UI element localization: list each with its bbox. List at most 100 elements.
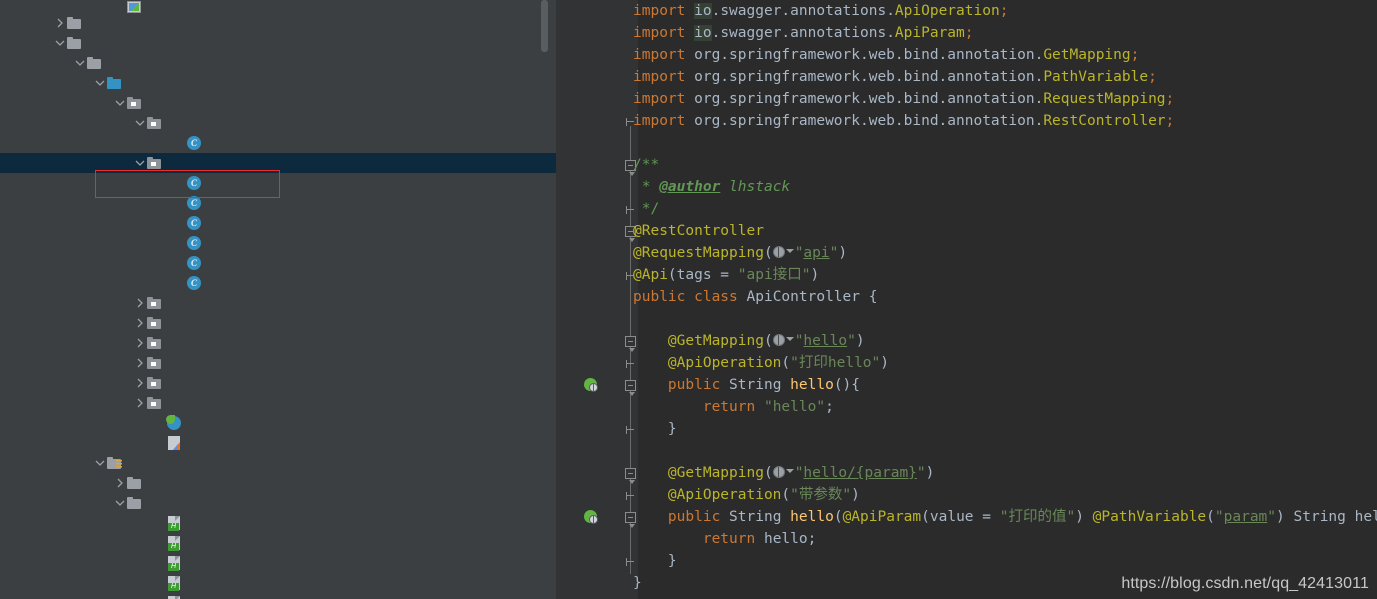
tree-item-kotlin[interactable] [0, 73, 556, 93]
code-line-29[interactable]: } [556, 550, 1377, 572]
chevron-down-icon[interactable] [134, 113, 146, 133]
chevron-down-icon[interactable] [134, 153, 146, 173]
code-line-15[interactable]: @RequestMapping("api") [556, 242, 1377, 264]
package-icon [146, 395, 162, 411]
project-tree-panel[interactable]: CCCCCCCHHHHH [0, 0, 556, 599]
tree-item-controller[interactable] [0, 153, 556, 173]
tree-item-listener[interactable] [0, 333, 556, 353]
sidebar-scrollbar-track[interactable] [541, 0, 548, 599]
chevron-down-icon[interactable] [114, 493, 126, 513]
tree-item-config[interactable] [0, 113, 556, 133]
java-class-icon: C [186, 275, 202, 291]
code-line-27[interactable]: public String hello(@ApiParam(value = "打… [556, 506, 1377, 528]
code-line-17[interactable]: public class ApiController { [556, 286, 1377, 308]
tree-item-homecontroller[interactable]: C [0, 233, 556, 253]
code-line-13[interactable]: */ [556, 198, 1377, 220]
chevron-right-icon[interactable] [134, 373, 146, 393]
tree-item-logs[interactable] [0, 13, 556, 33]
code-line-12[interactable]: * @author lhstack [556, 176, 1377, 198]
package-icon [146, 315, 162, 331]
tree-item-exceptionhandlercontroller[interactable]: C [0, 193, 556, 213]
code-line-9[interactable]: import org.springframework.web.bind.anno… [556, 110, 1377, 132]
code-line-text: import io.swagger.annotations.ApiParam; [633, 25, 974, 41]
tree-item-handler-ws[interactable] [0, 313, 556, 333]
code-line-text: } [633, 575, 642, 591]
folder-icon [66, 15, 82, 31]
code-content[interactable]: import io.swagger.annotations.ApiOperati… [556, 0, 1377, 599]
chevron-down-icon[interactable] [114, 93, 126, 113]
code-line-25[interactable]: @GetMapping("hello/{param}") [556, 462, 1377, 484]
code-line-23[interactable]: } [556, 418, 1377, 440]
package-icon [146, 335, 162, 351]
tree-item-entity[interactable] [0, 293, 556, 313]
chevron-down-icon[interactable] [54, 33, 66, 53]
html-file-icon: H [166, 595, 182, 599]
tree-item-embedtomcatapplication-kt[interactable] [0, 433, 556, 453]
source-folder-icon [106, 75, 122, 91]
code-line-5[interactable]: import io.swagger.annotations.ApiParam; [556, 22, 1377, 44]
tree-item-login-html[interactable]: H [0, 533, 556, 553]
tree-item-static[interactable] [0, 473, 556, 493]
code-line-text: public String hello(@ApiParam(value = "打… [667, 509, 1377, 525]
tree-item-main[interactable] [0, 53, 556, 73]
chevron-right-icon[interactable] [114, 473, 126, 493]
tree-item-src[interactable] [0, 33, 556, 53]
code-line-10[interactable] [556, 132, 1377, 154]
code-line-7[interactable]: import org.springframework.web.bind.anno… [556, 66, 1377, 88]
chevron-right-icon[interactable] [134, 313, 146, 333]
code-line-6[interactable]: import org.springframework.web.bind.anno… [556, 44, 1377, 66]
tree-item-service[interactable] [0, 393, 556, 413]
code-line-14[interactable]: @RestController [556, 220, 1377, 242]
java-class-icon: C [186, 135, 202, 151]
code-line-11[interactable]: /** [556, 154, 1377, 176]
chevron-down-icon[interactable] [74, 53, 86, 73]
tree-item-repository[interactable] [0, 373, 556, 393]
url-mapping-icon[interactable] [772, 334, 795, 346]
tree-item-indexcontroller[interactable]: C [0, 253, 556, 273]
tree-item-update-html[interactable]: H [0, 573, 556, 593]
tree-item-swaggerconfiguration[interactable]: C [0, 133, 556, 153]
code-line-26[interactable]: @ApiOperation("带参数") [556, 484, 1377, 506]
java-class-icon: C [186, 195, 202, 211]
chevron-right-icon[interactable] [134, 393, 146, 413]
chevron-right-icon[interactable] [54, 13, 66, 33]
chevron-down-icon[interactable] [94, 73, 106, 93]
code-line-18[interactable] [556, 308, 1377, 330]
tree-item-save-html[interactable]: H [0, 553, 556, 573]
code-editor-panel[interactable]: import io.swagger.annotations.ApiOperati… [556, 0, 1377, 599]
tree-item-hellocontroller[interactable]: C [0, 213, 556, 233]
code-line-21[interactable]: public String hello(){ [556, 374, 1377, 396]
package-icon [146, 375, 162, 391]
code-line-8[interactable]: import org.springframework.web.bind.anno… [556, 88, 1377, 110]
tree-item-apicontroller[interactable]: C [0, 173, 556, 193]
tree-item-com-lhstack-embed[interactable] [0, 93, 556, 113]
code-line-text: @ApiOperation("带参数") [667, 487, 860, 503]
code-line-16[interactable]: @Api(tags = "api接口") [556, 264, 1377, 286]
chevron-right-icon[interactable] [134, 293, 146, 313]
chevron-right-icon[interactable] [134, 333, 146, 353]
code-line-text: return hello; [702, 531, 817, 547]
tree-item-embedtomcatapplication[interactable] [0, 413, 556, 433]
sidebar-scrollbar-thumb[interactable] [541, 0, 548, 52]
code-line-28[interactable]: return hello; [556, 528, 1377, 550]
url-mapping-icon[interactable] [772, 246, 795, 258]
chevron-down-icon[interactable] [94, 453, 106, 473]
code-line-20[interactable]: @ApiOperation("打印hello") [556, 352, 1377, 374]
html-file-icon: H [166, 515, 182, 531]
tree-item-templates[interactable] [0, 493, 556, 513]
tree-item[interactable]: H [0, 593, 556, 599]
code-line-text: */ [633, 201, 660, 217]
tree-item-usercontroller[interactable]: C [0, 273, 556, 293]
code-line-19[interactable]: @GetMapping("hello") [556, 330, 1377, 352]
code-line-4[interactable]: import io.swagger.annotations.ApiOperati… [556, 0, 1377, 22]
tree-item-realm[interactable] [0, 353, 556, 373]
code-line-22[interactable]: return "hello"; [556, 396, 1377, 418]
chevron-right-icon[interactable] [134, 353, 146, 373]
code-line-24[interactable] [556, 440, 1377, 462]
url-mapping-icon[interactable] [772, 466, 795, 478]
tree-item-resources[interactable] [0, 453, 556, 473]
tree-item-index-html[interactable]: H [0, 513, 556, 533]
